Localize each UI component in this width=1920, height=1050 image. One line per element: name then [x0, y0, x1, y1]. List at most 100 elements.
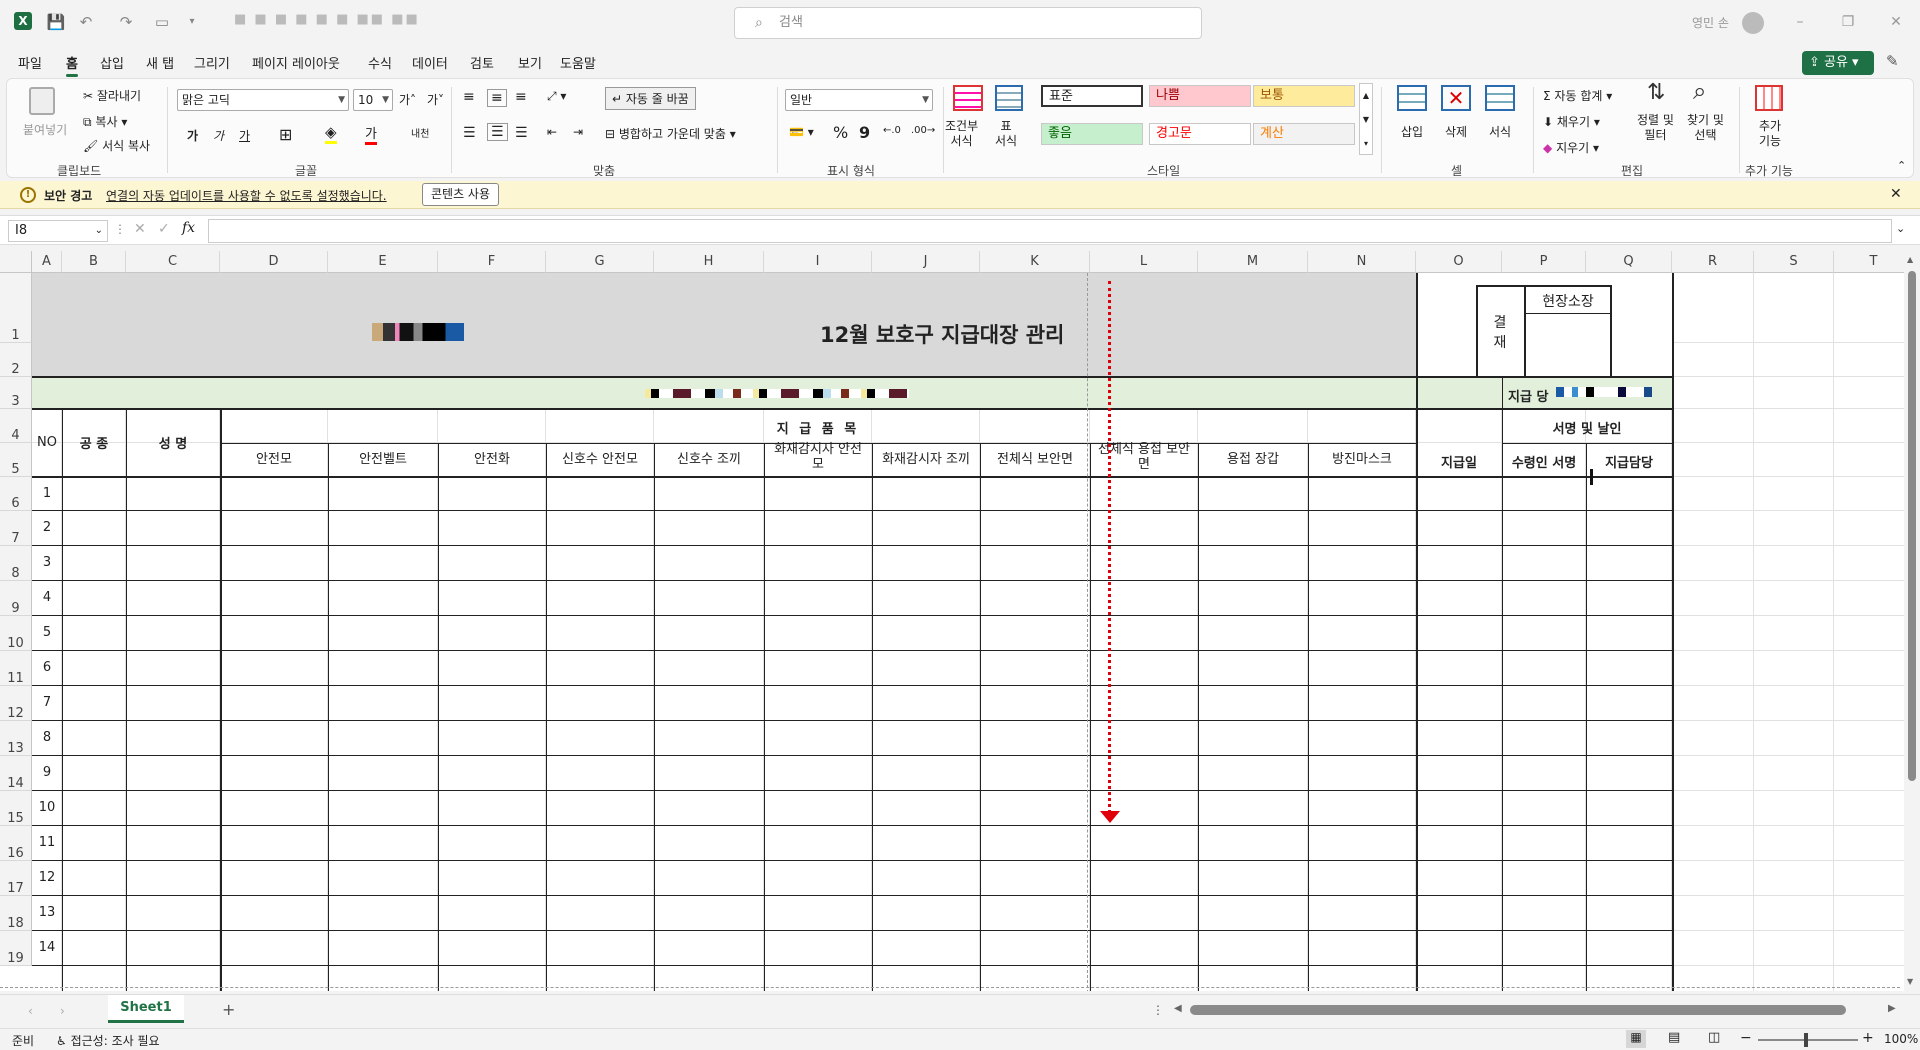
addins-button[interactable]: 추가 기능 — [1759, 119, 1781, 149]
row-header-12[interactable]: 12 — [0, 686, 32, 721]
fill-color-icon[interactable]: ◈ — [325, 123, 337, 144]
bold-button[interactable]: 가 — [187, 127, 198, 144]
conditional-format-icon[interactable] — [953, 85, 983, 111]
row-header-14[interactable]: 14 — [0, 756, 32, 791]
next-sheet-icon[interactable]: › — [60, 1004, 65, 1018]
row-header-9[interactable]: 9 — [0, 581, 32, 616]
conditional-format-button[interactable]: 조건부 서식 — [945, 119, 978, 149]
column-header-I[interactable]: I — [764, 251, 872, 273]
row-header-11[interactable]: 11 — [0, 651, 32, 686]
worksheet-grid[interactable]: A B C D E F G H I J K L M N O P Q R S T 1 2 3 4 5 6 7 8 9 10 11 12 13 14 1… — [0, 251, 1905, 991]
percent-button[interactable]: % — [833, 123, 848, 142]
scroll-left-icon[interactable]: ◀ — [1174, 1003, 1182, 1014]
row-header-13[interactable]: 13 — [0, 721, 32, 756]
page-layout-view-icon[interactable]: ▤ — [1668, 1030, 1680, 1045]
decrease-indent-icon[interactable]: ⇤ — [547, 125, 557, 139]
format-table-button[interactable]: 표 서식 — [995, 119, 1017, 149]
column-header-J[interactable]: J — [872, 251, 980, 273]
share-button[interactable]: ⇪ 공유 ▾ — [1802, 51, 1874, 75]
menu-item-8[interactable]: 검토 — [470, 53, 494, 72]
phonetic-icon[interactable]: 내천 — [411, 125, 429, 140]
formula-input[interactable] — [208, 219, 1892, 243]
insert-function-icon[interactable]: fx — [182, 220, 195, 236]
select-all-corner[interactable] — [0, 251, 32, 273]
menu-item-6[interactable]: 수식 — [368, 53, 392, 72]
row-header-19[interactable]: 19 — [0, 931, 32, 966]
find-icon[interactable]: ⌕ — [1693, 79, 1706, 103]
menu-item-9[interactable]: 보기 — [518, 53, 542, 72]
column-header-E[interactable]: E — [328, 251, 438, 273]
font-color-icon[interactable]: 가 — [365, 123, 377, 145]
menu-item-7[interactable]: 데이터 — [412, 53, 448, 72]
cell-style-3[interactable]: 좋음 — [1041, 123, 1143, 145]
format-painter-button[interactable]: 🖌 서식 복사 — [83, 137, 150, 154]
sort-filter-button[interactable]: 정렬 및 필터 — [1637, 113, 1674, 143]
comma-button[interactable]: 9 — [859, 123, 870, 142]
cell-style-4[interactable]: 경고문 — [1149, 123, 1251, 145]
decrease-font-icon[interactable]: 가˅ — [427, 91, 444, 108]
menu-item-10[interactable]: 도움말 — [560, 53, 596, 72]
row-header-8[interactable]: 8 — [0, 546, 32, 581]
border-icon[interactable]: ⊞ — [279, 125, 292, 144]
column-header-L[interactable]: L — [1090, 251, 1198, 273]
fill-button[interactable]: ⬇ 채우기 ▾ — [1543, 113, 1600, 130]
cell-style-1[interactable]: 나쁨 — [1149, 85, 1251, 107]
row-header-6[interactable]: 6 — [0, 477, 32, 511]
enter-icon[interactable]: ✓ — [158, 221, 170, 237]
user-name[interactable]: 영민 손 — [1692, 14, 1729, 31]
minimize-icon[interactable]: – — [1790, 12, 1810, 32]
underline-button[interactable]: 가 — [239, 127, 250, 144]
horizontal-scrollbar[interactable] — [1190, 1005, 1846, 1015]
redo-icon[interactable]: ↷ — [116, 12, 136, 32]
copy-button[interactable]: ⧉ 복사 ▾ — [83, 113, 127, 130]
addins-icon[interactable] — [1755, 85, 1783, 111]
undo-icon[interactable]: ↶ — [76, 12, 96, 32]
align-middle-icon[interactable]: ≡ — [487, 89, 507, 107]
normal-view-icon[interactable]: ▦ — [1626, 1030, 1646, 1048]
column-header-H[interactable]: H — [654, 251, 764, 273]
zoom-out-icon[interactable]: − — [1740, 1030, 1752, 1046]
save-icon[interactable]: 💾 — [46, 12, 66, 32]
row-header-5[interactable]: 5 — [0, 443, 32, 477]
customize-qat-icon[interactable]: ▾ — [182, 12, 202, 32]
scroll-right-icon[interactable]: ▶ — [1888, 1003, 1896, 1014]
more-icon[interactable]: ⋮ — [114, 222, 126, 236]
format-cells-button[interactable]: 서식 — [1489, 123, 1511, 140]
cancel-icon[interactable]: ✕ — [134, 221, 146, 237]
enable-content-button[interactable]: 콘텐츠 사용 — [422, 183, 500, 206]
column-header-B[interactable]: B — [62, 251, 126, 273]
format-table-icon[interactable] — [995, 85, 1023, 111]
menu-home[interactable]: 홈 — [66, 53, 78, 77]
row-header-10[interactable]: 10 — [0, 616, 32, 651]
column-header-K[interactable]: K — [980, 251, 1090, 273]
row-header-17[interactable]: 17 — [0, 861, 32, 896]
sort-filter-icon[interactable]: ⇅ — [1647, 82, 1665, 104]
restore-icon[interactable]: ❐ — [1838, 12, 1858, 32]
zoom-level[interactable]: 100% — [1884, 1032, 1918, 1046]
delete-cells-button[interactable]: 삭제 — [1445, 123, 1467, 140]
zoom-slider[interactable] — [1758, 1033, 1858, 1047]
avatar[interactable] — [1742, 12, 1764, 34]
increase-indent-icon[interactable]: ⇥ — [573, 125, 583, 139]
row-header-7[interactable]: 7 — [0, 511, 32, 546]
increase-font-icon[interactable]: 가˄ — [399, 91, 416, 108]
format-cells-icon[interactable] — [1485, 85, 1515, 111]
align-bottom-icon[interactable]: ≡ — [515, 89, 527, 105]
row-header-3[interactable]: 3 — [0, 377, 32, 409]
column-header-C[interactable]: C — [126, 251, 220, 273]
expand-formula-icon[interactable]: ⌄ — [1896, 222, 1905, 235]
orientation-icon[interactable]: ⤢ ▾ — [547, 89, 566, 104]
autosum-button[interactable]: Σ 자동 합계 ▾ — [1543, 87, 1612, 104]
row-header-15[interactable]: 15 — [0, 791, 32, 826]
close-warning-icon[interactable]: ✕ — [1890, 186, 1902, 202]
increase-decimal-icon[interactable]: ←.0 — [883, 125, 901, 136]
cell-style-0[interactable]: 표준 — [1041, 85, 1143, 107]
warning-message-link[interactable]: 연결의 자동 업데이트를 사용할 수 없도록 설정했습니다. — [106, 187, 387, 204]
close-window-icon[interactable]: ✕ — [1886, 12, 1906, 32]
row-header-16[interactable]: 16 — [0, 826, 32, 861]
zoom-in-icon[interactable]: + — [1862, 1030, 1874, 1046]
menu-item-4[interactable]: 그리기 — [194, 53, 230, 72]
align-top-icon[interactable]: ≡ — [463, 89, 475, 105]
add-sheet-button[interactable]: + — [222, 1000, 235, 1019]
page-break-view-icon[interactable]: ◫ — [1708, 1030, 1720, 1045]
